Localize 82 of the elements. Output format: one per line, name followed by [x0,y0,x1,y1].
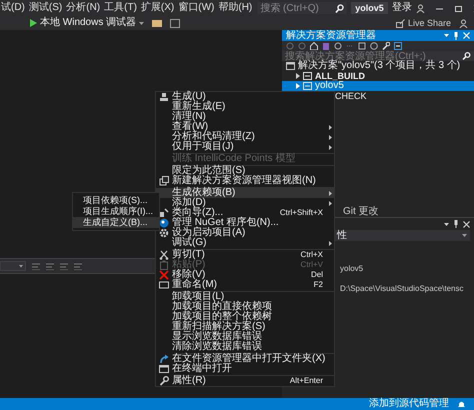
person-icon[interactable] [459,18,468,28]
menu-item[interactable]: 仅用于项目(J) [156,142,334,152]
submenu-arrow-icon [328,240,332,246]
menu-item[interactable]: 管理 NuGet 程序包(N)... [156,218,334,228]
sign-in-link[interactable]: 登录 [392,2,412,14]
menu-item[interactable]: 项目生成顺序(I)... [73,206,159,217]
menu-item[interactable]: 加载项目的整个依赖树 [156,312,334,322]
menu-item[interactable]: 工具(T) [103,2,138,14]
menu-item[interactable]: 重新扫描解决方案(S) [156,322,334,332]
property-value: yolov5 [340,264,364,273]
property-value: D:\Space\VisualStudioSpace\tensc [340,284,464,293]
menu-item[interactable]: 分析(N) [65,2,102,14]
project-icon [303,72,312,80]
arrow-icon [159,354,169,364]
menu-item[interactable]: 类向导(Z)... Ctrl+Shift+X [156,208,334,218]
share-icon [396,18,405,28]
tree-item[interactable]: yolov5 [282,81,474,91]
menu-item[interactable]: 新建解决方案资源管理器视图(N) [156,176,334,186]
source-control-button[interactable]: 添加到源代码管理 [369,398,449,410]
windows-icon [159,176,169,186]
search-icon [335,4,344,12]
terminal-icon [159,364,169,374]
menu-item[interactable]: 属性(R) Alt+Enter [156,376,334,386]
menu-item[interactable]: 显示浏览数据库错误 [156,332,334,342]
remove-icon [159,270,169,280]
menu-item[interactable]: 重新生成(E) [156,102,334,112]
menu-item[interactable]: 移除(V) Del [156,270,334,280]
menu-item[interactable]: 帮助(H) [217,2,254,14]
list-icon[interactable] [60,262,68,270]
close-icon[interactable] [463,220,470,228]
menu-item[interactable]: 生成(U) [156,92,334,102]
nuget-icon [159,218,169,228]
menu-item[interactable]: 添加(D) [156,198,334,208]
menu-item[interactable]: 清理(N) [156,112,334,122]
search-field[interactable]: 搜索 (Ctrl+Q) [257,2,348,14]
home-icon[interactable] [310,42,318,50]
caret-icon [462,234,467,237]
menu-item[interactable]: 清除浏览数据库错误 [156,342,334,352]
stack-icon [159,92,169,102]
menu-item[interactable]: 调试(G) [156,238,334,248]
scissors-icon [159,250,169,260]
menu-item[interactable]: 项目依赖项(S)... [73,195,159,206]
panel-tab[interactable]: Git 更改 [340,206,382,217]
pin-icon[interactable] [453,32,459,40]
search-icon [462,52,471,60]
gear-icon [159,228,169,238]
play-icon [30,19,37,27]
menu-item[interactable]: 剪切(T) Ctrl+X [156,250,334,260]
menu-item[interactable]: 试(D) [0,2,26,14]
caret-icon[interactable] [444,34,449,37]
project-icon [303,82,312,90]
clipboard-icon [159,260,169,270]
menu-item[interactable]: 窗口(W) [177,2,216,14]
properties-dropdown[interactable]: 性 [334,230,470,241]
menu-item[interactable]: 分析和代码清理(Z) [156,132,334,142]
align-icon[interactable] [32,262,40,270]
caret-icon [139,22,144,24]
maximize-icon[interactable] [454,4,463,12]
person-icon[interactable] [416,4,425,12]
project-name: yolov5 [351,2,388,14]
menu-item[interactable]: 在终端中打开 [156,364,334,374]
menu-item[interactable]: 测试(S) [28,2,64,14]
menu-item[interactable]: 重命名(M) F2 [156,280,334,290]
bell-icon[interactable] [457,400,466,408]
tree-item[interactable]: ALL_BUILD [282,71,474,81]
menu-item[interactable]: 在文件资源管理器中打开文件夹(X) [156,354,334,364]
indent-icon[interactable] [46,262,54,270]
tree-item[interactable]: 解决方案"yolov5"(3 个项目，共 3 个) [282,61,474,71]
pin-icon[interactable] [453,220,459,228]
menu-item[interactable]: 加载项目的直接依赖项 [156,302,334,312]
menu-item[interactable]: 卸载项目(L) [156,292,334,302]
menu-item[interactable]: 生成依赖项(B) [156,188,334,198]
caret-icon[interactable] [444,222,449,226]
preview-icon[interactable] [394,42,402,50]
menu-item[interactable]: 生成自定义(B)... [73,217,159,228]
menu-item[interactable]: 设为启动项目(A) [156,228,334,238]
debugger-button[interactable]: 本地 Windows 调试器 [30,17,144,29]
wrap-icon[interactable] [74,262,82,270]
menu-item[interactable]: 查看(W) [156,122,334,132]
live-share-button[interactable]: Live Share [396,18,451,28]
menu-item[interactable]: 限定为此范围(S) [156,166,334,176]
menu-item[interactable]: 扩展(X) [140,2,176,14]
